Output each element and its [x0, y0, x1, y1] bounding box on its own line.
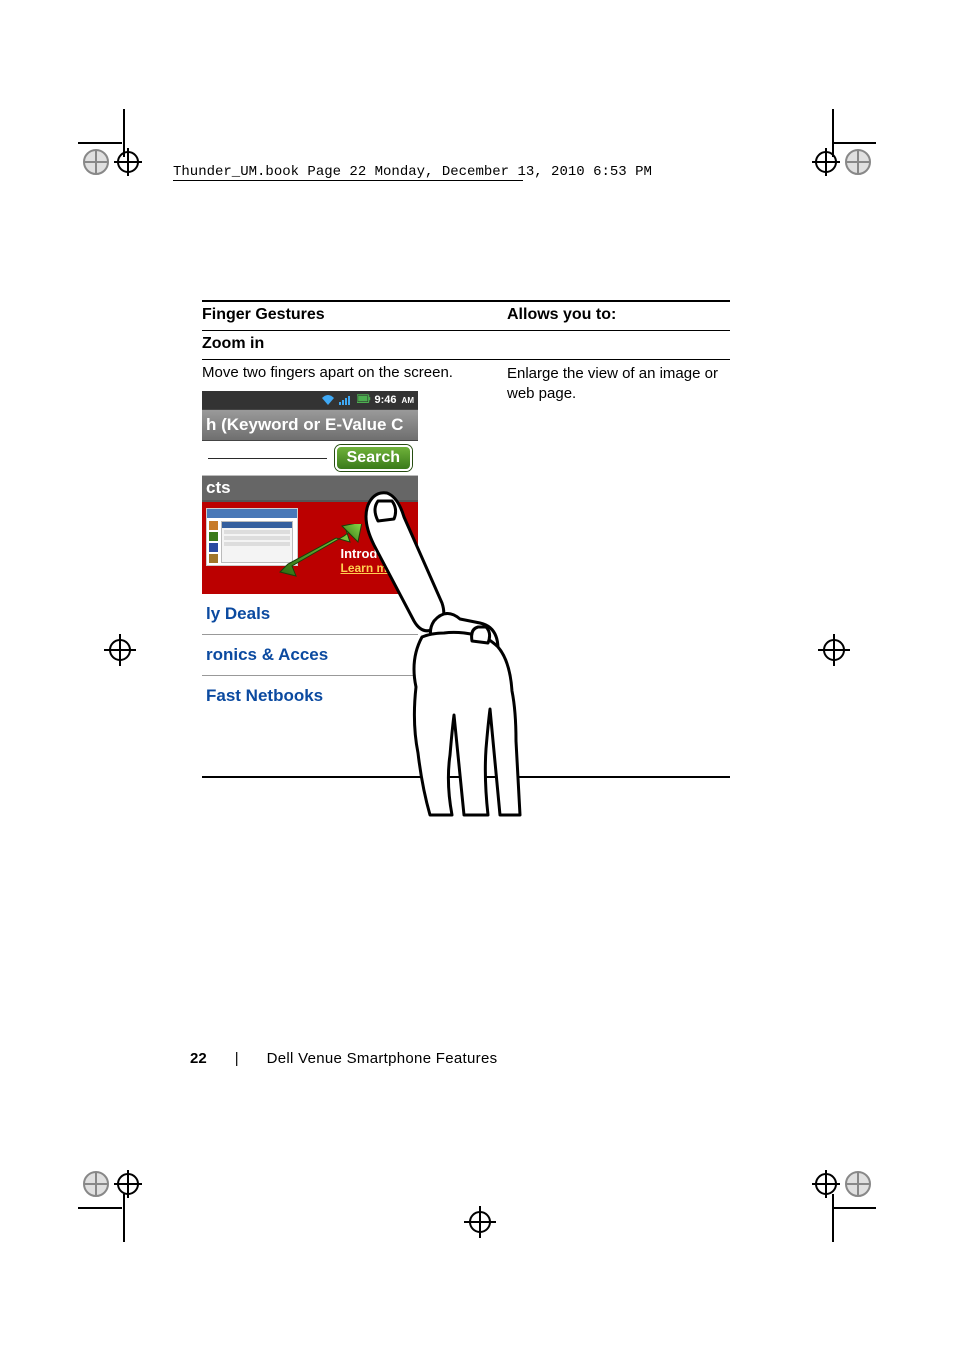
zoom-arrow-icon	[272, 524, 362, 580]
signal-icon	[339, 394, 353, 406]
chapter-title: Dell Venue Smartphone Features	[267, 1050, 498, 1067]
page-footer: 22 | Dell Venue Smartphone Features	[190, 1050, 497, 1067]
trim-tick	[78, 1207, 122, 1209]
content-area: Finger Gestures Allows you to: Zoom in M…	[202, 300, 730, 778]
running-head-underline	[173, 180, 523, 181]
search-button[interactable]: Search	[335, 445, 412, 471]
registration-mark-bl	[82, 1138, 142, 1203]
link-deals[interactable]: ly Deals	[202, 594, 418, 635]
zoom-illustration: 9:46 AM h (Keyword or E-Value C Search ct…	[202, 391, 418, 716]
registration-mark-mr	[814, 630, 854, 675]
trim-tick	[123, 1194, 125, 1242]
gesture-instruction: Move two fingers apart on the screen.	[202, 364, 507, 381]
link-netbooks[interactable]: Fast Netbooks	[202, 676, 418, 716]
registration-mark-ml	[100, 630, 140, 675]
table-header-right: Allows you to:	[507, 306, 730, 324]
registration-mark-bc	[460, 1202, 500, 1247]
search-input[interactable]	[208, 458, 327, 459]
table-row: Move two fingers apart on the screen. 9:…	[202, 360, 730, 716]
rule	[202, 776, 730, 778]
status-ampm: AM	[402, 396, 414, 405]
table-header-left: Finger Gestures	[202, 306, 507, 324]
trim-tick	[832, 142, 876, 144]
ad-banner: Introducing Learn more	[202, 502, 418, 594]
battery-icon	[357, 394, 371, 406]
registration-mark-tr	[812, 148, 872, 213]
trim-tick	[832, 1207, 876, 1209]
registration-mark-tl	[82, 148, 142, 213]
trim-tick	[78, 142, 122, 144]
search-row: Search	[202, 441, 418, 476]
link-electronics[interactable]: ronics & Acces	[202, 635, 418, 676]
gesture-result: Enlarge the view of an image or web page…	[507, 364, 730, 716]
table-header-row: Finger Gestures Allows you to:	[202, 302, 730, 330]
registration-mark-br	[812, 1138, 872, 1203]
footer-separator: |	[235, 1050, 239, 1067]
wifi-icon	[321, 394, 335, 406]
search-header-text: h (Keyword or E-Value C	[202, 409, 418, 441]
trim-tick	[832, 109, 834, 157]
page-number: 22	[190, 1050, 207, 1067]
status-time: 9:46	[375, 394, 397, 406]
cts-row: cts	[202, 476, 418, 502]
running-head: Thunder_UM.book Page 22 Monday, December…	[173, 164, 652, 180]
section-title: Zoom in	[202, 331, 730, 359]
trim-tick	[123, 109, 125, 157]
trim-tick	[832, 1194, 834, 1242]
status-bar: 9:46 AM	[202, 391, 418, 409]
